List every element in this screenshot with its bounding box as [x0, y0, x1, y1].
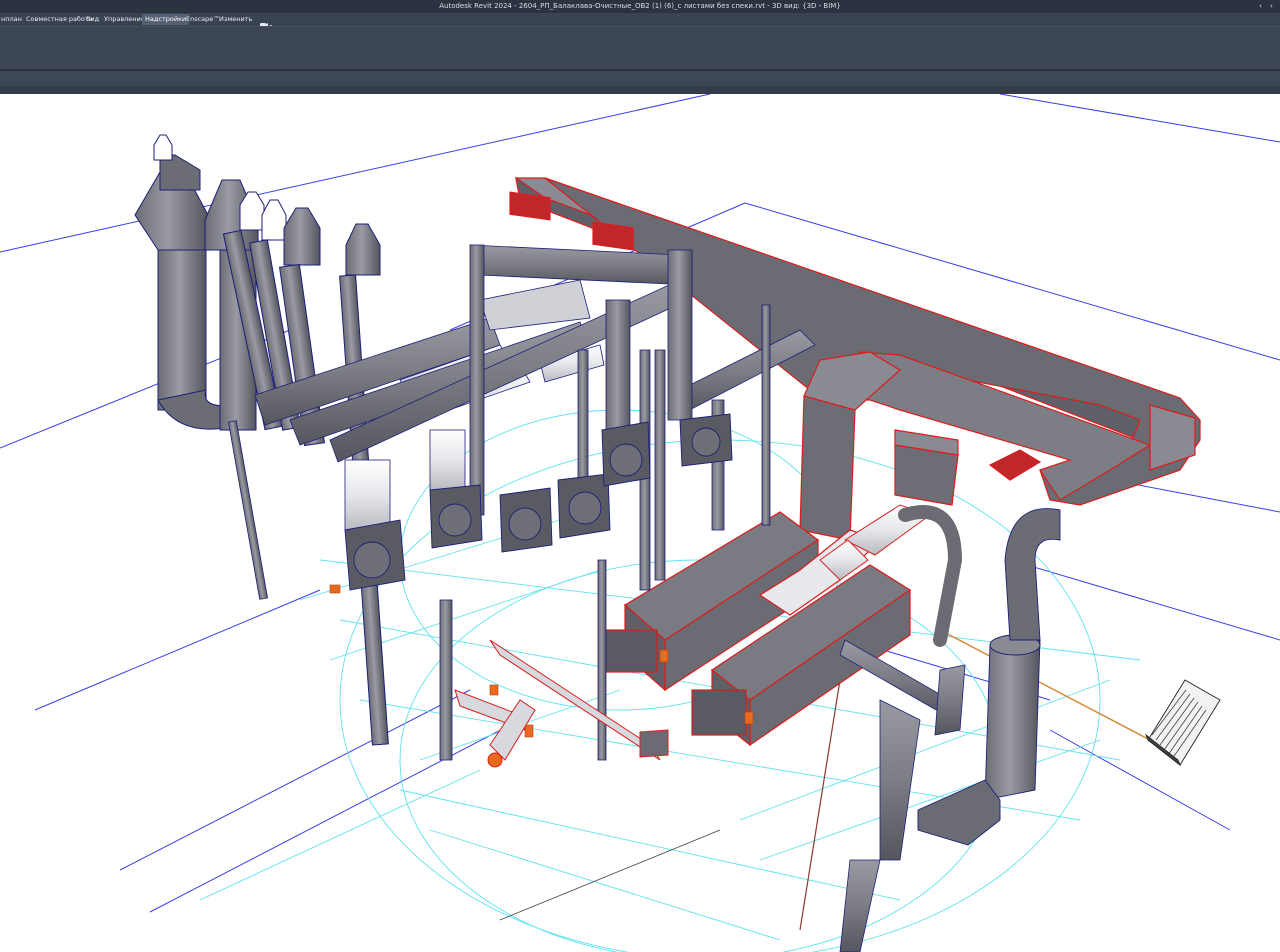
- 3d-model-drawing: [0, 94, 1280, 952]
- condenser-unit: [1144, 679, 1221, 767]
- pipe-orange-line: [939, 629, 1151, 741]
- return-duct-loop: [898, 505, 963, 647]
- ribbon-tab-bar: нплан Совместная работа Вид Управление Н…: [0, 13, 1280, 27]
- ribbon-panel-labels: [0, 71, 1280, 86]
- tab-plan[interactable]: нплан: [0, 14, 25, 25]
- duct-drop-right: [894, 429, 959, 506]
- duct-drop-left: [799, 351, 902, 541]
- window-title: Autodesk Revit 2024 - 2604_РП_Балаклава-…: [439, 2, 841, 10]
- section-line: [499, 829, 721, 921]
- ribbon-panel: [0, 26, 1280, 70]
- lower-pipes: [839, 639, 966, 952]
- pipe-thin-red: [799, 679, 841, 931]
- 3d-view-canvas[interactable]: [0, 94, 1280, 952]
- tab-modify[interactable]: Изменить: [216, 14, 255, 25]
- fan-units: [344, 413, 733, 591]
- window-back-button[interactable]: ‹: [1256, 0, 1265, 13]
- title-bar: Autodesk Revit 2024 - 2604_РП_Балаклава-…: [0, 0, 1280, 13]
- tab-manage[interactable]: Управление: [101, 14, 148, 25]
- window-forward-button[interactable]: ›: [1267, 0, 1276, 13]
- tab-view[interactable]: Вид: [83, 14, 102, 25]
